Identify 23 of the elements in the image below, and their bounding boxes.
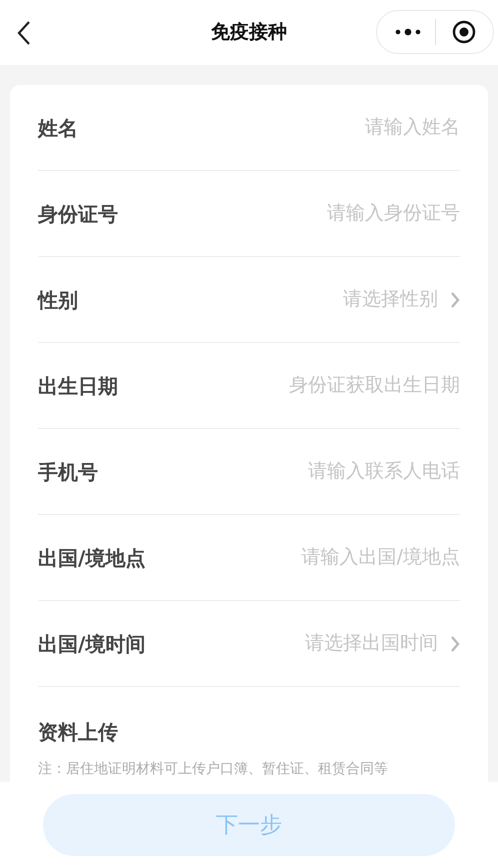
- input-field[interactable]: 请输入联系人电话: [200, 457, 460, 486]
- chevron-right-icon: [450, 634, 460, 652]
- input-field[interactable]: 请输入身份证号: [200, 199, 460, 228]
- chevron-right-icon: [450, 290, 460, 308]
- field-label: 出国/境时间: [38, 630, 146, 658]
- field-label: 出国/境地点: [38, 544, 146, 572]
- more-icon[interactable]: [395, 27, 421, 37]
- back-icon[interactable]: [16, 20, 32, 46]
- input-field[interactable]: 请输入出国/境地点: [200, 543, 460, 572]
- upload-label: 资料上传: [38, 719, 119, 746]
- next-button[interactable]: 下一步: [43, 794, 455, 856]
- field-label: 性别: [38, 286, 78, 314]
- upload-note: 注：居住地证明材料可上传户口簿、暂住证、租赁合同等: [38, 760, 389, 779]
- select-field[interactable]: 请选择出国时间: [305, 629, 460, 658]
- page-title: 免疫接种: [210, 20, 288, 46]
- input-field[interactable]: 请输入姓名: [200, 113, 460, 142]
- field-label: 身份证号: [38, 200, 118, 228]
- close-mini-program-icon[interactable]: [452, 20, 476, 44]
- field-label: 出生日期: [38, 372, 118, 400]
- select-field[interactable]: 请选择性别: [343, 285, 460, 314]
- input-field[interactable]: 身份证获取出生日期: [200, 371, 460, 400]
- field-label: 姓名: [38, 114, 78, 142]
- field-label: 手机号: [38, 458, 98, 486]
